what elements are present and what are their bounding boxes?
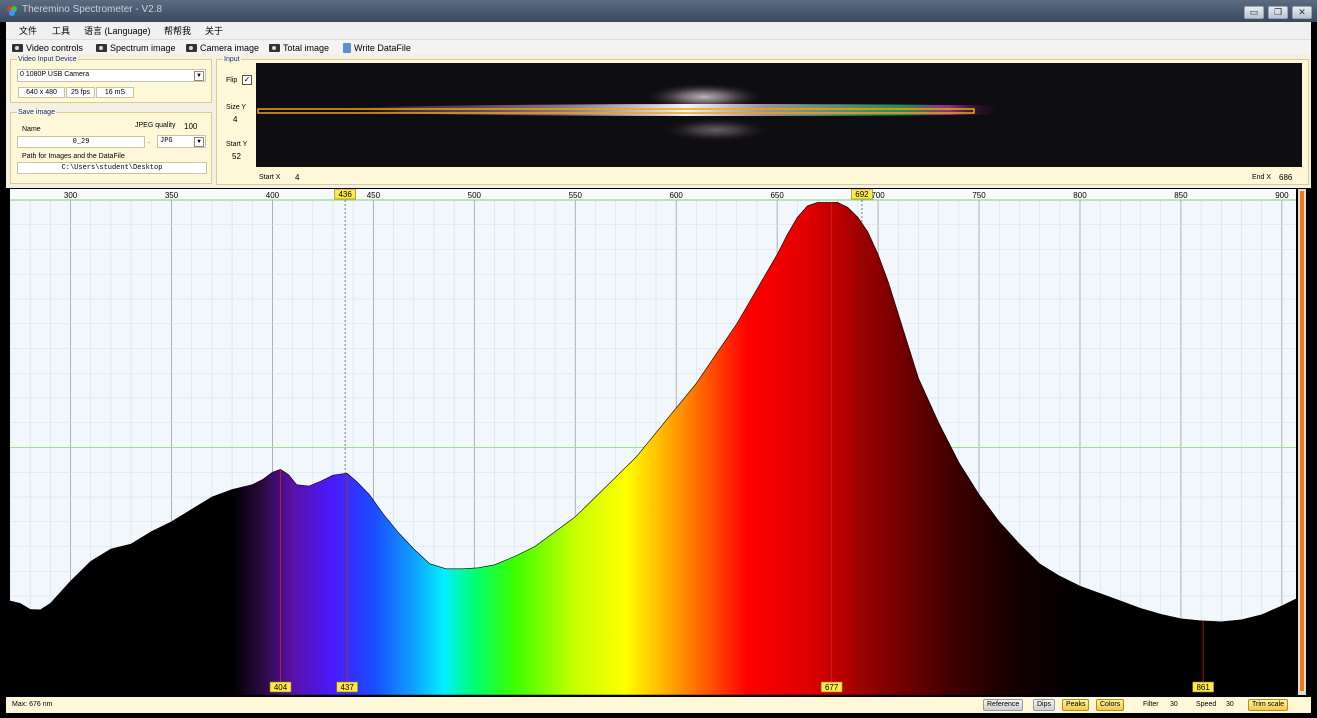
- filter-label: Filter: [1143, 701, 1159, 708]
- exposure-readout: 16 mS: [96, 87, 134, 98]
- start-x-value[interactable]: 4: [295, 173, 299, 182]
- save-image-panel: Save image Name JPEG quality 100 0_29 . …: [10, 109, 212, 184]
- spectrum-image-button[interactable]: Spectrum image: [96, 41, 176, 54]
- x-tick-label: 900: [1275, 191, 1289, 200]
- max-readout: Max: 676 nm: [12, 701, 53, 708]
- write-datafile-button[interactable]: Write DataFile: [343, 41, 411, 54]
- colors-button[interactable]: Colors: [1096, 699, 1125, 711]
- x-tick-label: 850: [1174, 191, 1188, 200]
- menu-file[interactable]: 文件: [19, 24, 37, 37]
- size-y-label: Size Y: [226, 104, 247, 111]
- chevron-down-icon: ▼: [194, 137, 204, 147]
- title-bar: Theremino Spectrometer - V2.8 ▭ ❐ ✕: [0, 0, 1317, 22]
- camera-image-button[interactable]: Camera image: [186, 41, 259, 54]
- restore-button[interactable]: ❐: [1268, 6, 1288, 19]
- camera-icon: [269, 43, 280, 52]
- toolbar: Video controls Spectrum image Camera ima…: [6, 39, 1311, 55]
- menu-about[interactable]: 关于: [205, 24, 223, 37]
- trim-scale-button[interactable]: Trim scale: [1248, 699, 1289, 711]
- start-y-value[interactable]: 52: [232, 152, 241, 161]
- camera-icon: [96, 43, 107, 52]
- dips-button[interactable]: Dips: [1033, 699, 1056, 711]
- video-controls-button[interactable]: Video controls: [12, 41, 83, 54]
- scrollbar-thumb[interactable]: [1300, 191, 1304, 691]
- cursor-label: 436: [338, 190, 352, 199]
- status-bar: Max: 676 nm Reference Dips Peaks Colors …: [6, 697, 1311, 713]
- flip-label: Flip: [226, 77, 238, 84]
- camera-image: [256, 63, 1302, 167]
- peak-label: 677: [825, 683, 839, 692]
- x-tick-label: 300: [64, 191, 78, 200]
- video-input-panel: Video Input Device 0 1080P USB Camera ▼ …: [10, 56, 212, 103]
- vertical-scrollbar[interactable]: [1298, 189, 1306, 695]
- x-tick-label: 500: [468, 191, 482, 200]
- x-tick-label: 350: [165, 191, 179, 200]
- start-x-label: Start X: [259, 174, 281, 181]
- camera-view[interactable]: [256, 63, 1302, 167]
- x-tick-label: 650: [770, 191, 784, 200]
- x-tick-label: 750: [972, 191, 986, 200]
- size-y-value[interactable]: 4: [233, 115, 237, 124]
- video-device-select[interactable]: 0 1080P USB Camera ▼: [17, 69, 206, 82]
- x-tick-label: 600: [670, 191, 684, 200]
- start-y-label: Start Y: [226, 141, 248, 148]
- x-tick-label: 400: [266, 191, 280, 200]
- spectrum-area: [9, 202, 1297, 696]
- close-button[interactable]: ✕: [1292, 6, 1312, 19]
- document-icon: [343, 42, 351, 53]
- image-name-input[interactable]: 0_29: [17, 136, 145, 148]
- peak-label: 437: [340, 683, 354, 692]
- reference-button[interactable]: Reference: [983, 699, 1024, 711]
- x-tick-label: 450: [367, 191, 381, 200]
- menu-bar: 文件 工具 语言 (Language) 帮帮我 关于: [6, 22, 1311, 39]
- chevron-down-icon: ▼: [194, 71, 204, 81]
- cursor-label: 692: [855, 190, 869, 199]
- minimize-button[interactable]: ▭: [1244, 6, 1264, 19]
- peaks-button[interactable]: Peaks: [1062, 699, 1090, 711]
- menu-tools[interactable]: 工具: [52, 24, 70, 37]
- total-image-button[interactable]: Total image: [269, 41, 329, 54]
- x-axis-strip: [10, 189, 1296, 200]
- menu-help[interactable]: 帮帮我: [164, 24, 191, 37]
- window-title: Theremino Spectrometer - V2.8: [22, 4, 163, 15]
- flip-checkbox[interactable]: ✓: [242, 75, 252, 85]
- fps-readout: 25 fps: [66, 87, 95, 98]
- path-input[interactable]: C:\Users\student\Desktop: [17, 162, 207, 174]
- end-x-label: End X: [1252, 174, 1272, 181]
- format-select[interactable]: JPG ▼: [157, 135, 206, 148]
- x-tick-label: 800: [1073, 191, 1087, 200]
- speed-label: Speed: [1196, 701, 1217, 708]
- name-label: Name: [22, 126, 41, 133]
- jpeg-quality-label: JPEG quality: [135, 122, 176, 129]
- peak-label: 861: [1196, 683, 1210, 692]
- app-logo-icon: [7, 6, 17, 16]
- resolution-readout: 640 x 480: [18, 87, 65, 98]
- filter-value[interactable]: 30: [1170, 701, 1178, 708]
- peak-label: 404: [274, 683, 288, 692]
- spectrum-svg: 300 350 400 450 500 550 600 650 700 750 800 850 900 …: [9, 188, 1297, 696]
- jpeg-quality-value[interactable]: 100: [184, 122, 197, 131]
- spectrum-chart[interactable]: 300 350 400 450 500 550 600 650 700 750 800 850 900 …: [9, 188, 1297, 696]
- video-camera-icon: [12, 43, 23, 52]
- end-x-value[interactable]: 686: [1279, 173, 1292, 182]
- speed-value[interactable]: 30: [1226, 701, 1234, 708]
- x-tick-label: 550: [569, 191, 583, 200]
- camera-icon: [186, 43, 197, 52]
- path-label: Path for Images and the DataFile: [22, 153, 125, 160]
- menu-language[interactable]: 语言 (Language): [84, 24, 151, 37]
- spectrum-curve: [9, 202, 1297, 696]
- x-tick-label: 700: [871, 191, 885, 200]
